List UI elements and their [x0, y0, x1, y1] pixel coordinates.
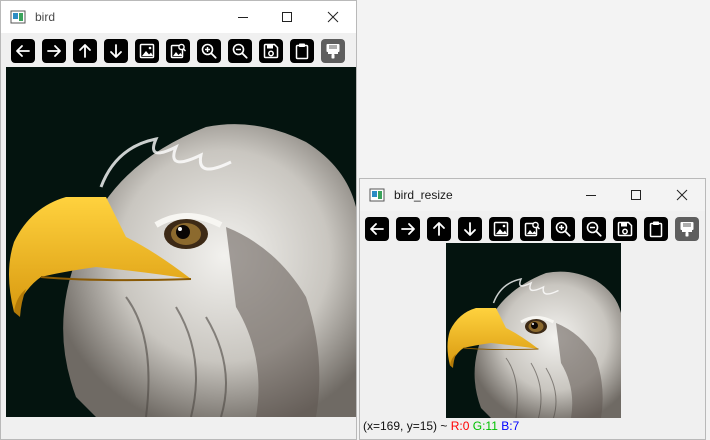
- pan-left-button[interactable]: [11, 39, 35, 63]
- save-button[interactable]: [613, 217, 637, 241]
- zoom-original-button[interactable]: [166, 39, 190, 63]
- pan-left-button[interactable]: [365, 217, 389, 241]
- pan-right-button[interactable]: [396, 217, 420, 241]
- save-button[interactable]: [259, 39, 283, 63]
- status-bar: (x=169, y=15) ~ R:0 G:11 B:7: [363, 419, 519, 433]
- zoom-fit-button[interactable]: [135, 39, 159, 63]
- pan-right-button[interactable]: [42, 39, 66, 63]
- properties-button[interactable]: [675, 217, 699, 241]
- maximize-icon: [282, 12, 292, 22]
- pixel-blue-value: B:7: [501, 419, 520, 433]
- save-icon: [263, 43, 279, 59]
- save-icon: [617, 221, 633, 237]
- minimize-button[interactable]: [571, 183, 611, 207]
- image-icon: [493, 221, 509, 237]
- arrow-right-icon: [401, 223, 415, 235]
- image-search-icon: [170, 43, 187, 59]
- copy-button[interactable]: [290, 39, 314, 63]
- zoom-in-button[interactable]: [197, 39, 221, 63]
- zoom-out-button[interactable]: [228, 39, 252, 63]
- arrow-right-icon: [47, 45, 61, 57]
- window-title: bird_resize: [394, 188, 453, 202]
- arrow-up-icon: [79, 44, 91, 58]
- eagle-image: [446, 243, 621, 418]
- image-canvas[interactable]: [446, 243, 621, 418]
- pan-up-button[interactable]: [427, 217, 451, 241]
- eagle-image: [6, 67, 356, 417]
- close-button[interactable]: [662, 183, 702, 207]
- copy-button[interactable]: [644, 217, 668, 241]
- zoom-out-icon: [232, 43, 248, 59]
- zoom-out-button[interactable]: [582, 217, 606, 241]
- zoom-in-icon: [555, 221, 571, 237]
- cursor-coordinates: (x=169, y=15) ~: [363, 419, 448, 433]
- arrow-left-icon: [370, 223, 384, 235]
- toolbar: [1, 35, 356, 65]
- maximize-button[interactable]: [267, 5, 307, 29]
- zoom-in-icon: [201, 43, 217, 59]
- clipboard-icon: [295, 43, 309, 60]
- zoom-out-icon: [586, 221, 602, 237]
- toolbar: [360, 213, 705, 243]
- window-title: bird: [35, 10, 56, 24]
- image-canvas[interactable]: [6, 67, 356, 417]
- pixel-green-value: G:11: [472, 419, 498, 433]
- minimize-button[interactable]: [223, 5, 263, 29]
- app-icon: [10, 10, 26, 24]
- title-bar[interactable]: bird_resize: [360, 179, 705, 211]
- app-icon: [369, 188, 385, 202]
- zoom-fit-button[interactable]: [489, 217, 513, 241]
- close-icon: [676, 189, 688, 201]
- arrow-left-icon: [16, 45, 30, 57]
- arrow-up-icon: [433, 222, 445, 236]
- bird-resize-window: bird_resize (x=169, y=15) ~ R:0 G:11 B:7: [359, 178, 706, 440]
- properties-button[interactable]: [321, 39, 345, 63]
- properties-icon: [326, 44, 340, 59]
- close-button[interactable]: [313, 5, 353, 29]
- maximize-icon: [631, 190, 641, 200]
- pan-down-button[interactable]: [458, 217, 482, 241]
- minimize-icon: [586, 195, 596, 196]
- properties-icon: [680, 222, 694, 237]
- pan-down-button[interactable]: [104, 39, 128, 63]
- title-bar[interactable]: bird: [1, 1, 356, 33]
- arrow-down-icon: [464, 222, 476, 236]
- image-search-icon: [524, 221, 541, 237]
- bird-window: bird: [0, 0, 357, 440]
- image-icon: [139, 43, 155, 59]
- close-icon: [327, 11, 339, 23]
- arrow-down-icon: [110, 44, 122, 58]
- minimize-icon: [238, 17, 248, 18]
- pixel-red-value: R:0: [450, 419, 470, 433]
- zoom-in-button[interactable]: [551, 217, 575, 241]
- zoom-original-button[interactable]: [520, 217, 544, 241]
- clipboard-icon: [649, 221, 663, 238]
- pan-up-button[interactable]: [73, 39, 97, 63]
- maximize-button[interactable]: [616, 183, 656, 207]
